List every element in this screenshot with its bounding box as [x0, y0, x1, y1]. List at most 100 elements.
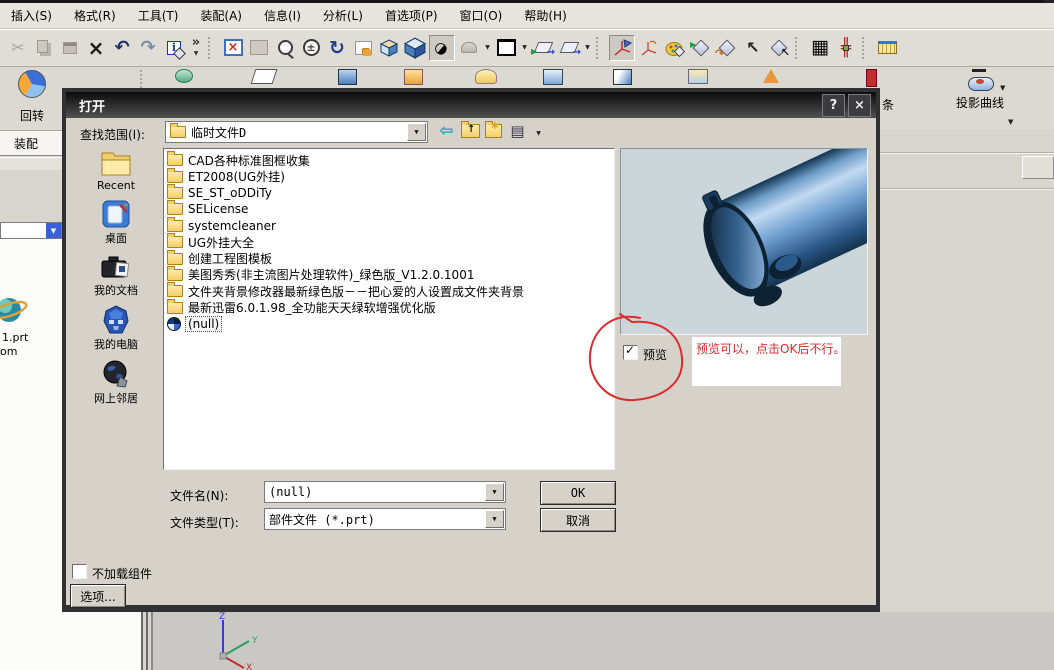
grid-icon[interactable] — [808, 36, 832, 60]
combo-dropdown-icon[interactable] — [46, 223, 61, 238]
no-load-components-checkbox[interactable] — [72, 564, 87, 579]
place-recent[interactable]: Recent — [72, 148, 160, 192]
file-row[interactable]: 文件夹背景修改器最新绿色版－－把心爱的人设置成文件夹背景 — [167, 282, 612, 299]
csys-dynamic-icon[interactable] — [609, 34, 635, 61]
file-row[interactable]: 创建工程图模板 — [167, 249, 612, 266]
desktop-shortcut-label[interactable]: 1.prt — [2, 331, 29, 344]
blank-view-icon[interactable] — [494, 36, 518, 60]
snap-cursor-icon[interactable] — [767, 36, 791, 60]
zoom-in-out-icon[interactable] — [299, 36, 323, 60]
file-row[interactable]: UG外挂大全 — [167, 233, 612, 250]
file-row[interactable]: SELicense — [167, 200, 612, 217]
menu-item[interactable]: 帮助(H) — [513, 4, 577, 27]
file-row[interactable]: systemcleaner — [167, 216, 612, 234]
desktop-shortcut-label-2[interactable]: om — [0, 345, 18, 358]
menu-item[interactable]: 信息(I) — [253, 4, 312, 27]
dropdown-arrow-icon[interactable]: ▼ — [1008, 118, 1013, 126]
left-panel-combobox[interactable] — [0, 222, 62, 239]
file-type-combobox[interactable]: 部件文件 (*.prt) — [264, 508, 506, 530]
feature-icon-sliver[interactable] — [866, 69, 877, 87]
display-shaded-icon[interactable] — [429, 34, 455, 61]
export-info-icon[interactable] — [162, 36, 186, 60]
role-palette-icon[interactable] — [663, 36, 687, 60]
menu-item[interactable]: 首选项(P) — [374, 4, 449, 27]
navigation-cube-icon[interactable] — [403, 36, 427, 60]
place-desktop[interactable]: 桌面 — [72, 199, 160, 246]
new-folder-icon[interactable] — [483, 119, 504, 141]
revolve-button[interactable]: 回转 — [6, 70, 58, 128]
csys-orient-icon[interactable] — [637, 36, 661, 60]
toolbar-overflow-icon[interactable] — [188, 36, 204, 60]
cancel-button[interactable]: 取消 — [540, 508, 616, 532]
cursor-select-icon[interactable] — [741, 36, 765, 60]
feature-icon-sliver[interactable] — [475, 69, 497, 84]
preview-checkbox-label[interactable]: 预览 — [643, 346, 667, 363]
panel-splitter[interactable] — [146, 612, 148, 670]
shaded-cube-icon[interactable] — [377, 36, 401, 60]
file-row[interactable]: 美图秀秀(非主流图片处理软件)_绿色版_V1.2.0.1001 — [167, 265, 612, 283]
feature-icon-sliver[interactable] — [613, 69, 632, 85]
snap-play-icon[interactable] — [689, 36, 713, 60]
no-load-components-label[interactable]: 不加载组件 — [92, 565, 152, 582]
back-icon[interactable]: ⇦ — [436, 121, 457, 141]
preview-checkbox[interactable] — [623, 343, 638, 360]
menu-item[interactable]: 分析(L) — [312, 4, 374, 27]
place-my-documents[interactable]: 我的文档 — [72, 253, 160, 298]
paste-icon[interactable] — [58, 36, 82, 60]
cut-icon[interactable] — [6, 36, 30, 60]
redo-icon[interactable] — [136, 36, 160, 60]
pan-view-icon[interactable] — [351, 36, 375, 60]
menu-item[interactable]: 工具(T) — [127, 4, 190, 27]
look-in-combobox[interactable]: 临时文件D — [165, 121, 428, 143]
ruler-icon[interactable] — [875, 36, 899, 60]
panel-splitter[interactable] — [141, 612, 143, 670]
feature-icon-sliver[interactable] — [404, 69, 423, 85]
place-network[interactable]: 网上邻居 — [72, 359, 160, 406]
menu-item[interactable]: 格式(R) — [63, 4, 127, 27]
delete-icon[interactable] — [84, 36, 108, 60]
project-curve-button[interactable]: 投影曲线 — [928, 69, 1032, 127]
graphics-viewport[interactable] — [153, 612, 1054, 670]
file-row[interactable]: ET2008(UG外挂) — [167, 167, 612, 184]
file-row[interactable]: CAD各种标准图框收集 — [167, 151, 612, 168]
file-name-dropdown-icon[interactable] — [485, 483, 504, 501]
feature-icon-sliver[interactable] — [338, 69, 357, 85]
menu-item[interactable]: 插入(S) — [0, 4, 63, 27]
look-in-dropdown-icon[interactable] — [407, 123, 426, 141]
blank-view-dropdown-icon[interactable] — [520, 36, 529, 60]
views-icon[interactable] — [507, 121, 528, 141]
menu-item[interactable]: 装配(A) — [189, 4, 253, 27]
views-dropdown-icon[interactable] — [528, 123, 549, 143]
datum-dropdown-icon[interactable] — [583, 36, 592, 60]
place-my-computer[interactable]: 我的电脑 — [72, 305, 160, 352]
feature-icon-sliver[interactable] — [763, 69, 779, 83]
feature-icon-sliver[interactable] — [175, 69, 193, 83]
feature-icon-sliver[interactable] — [688, 69, 708, 84]
hidden-edges-dropdown-icon[interactable] — [483, 36, 492, 60]
zoom-box-icon[interactable] — [273, 36, 297, 60]
feature-icon-sliver[interactable] — [543, 69, 563, 85]
reorder-icon[interactable] — [715, 36, 739, 60]
datum-plane-2-icon[interactable] — [557, 36, 581, 60]
file-name-combobox[interactable]: (null) — [264, 481, 506, 503]
file-row[interactable]: (null) — [167, 316, 612, 333]
point-set-icon[interactable] — [834, 36, 858, 60]
undo-icon[interactable] — [110, 36, 134, 60]
panel-button[interactable] — [1022, 156, 1054, 179]
dialog-help-button[interactable]: ? — [822, 94, 845, 117]
file-row[interactable]: 最新迅雷6.0.1.98_全功能天天绿软增强优化版 — [167, 298, 612, 316]
ok-button[interactable]: OK — [540, 481, 616, 505]
fit-view-icon[interactable] — [221, 36, 245, 60]
rotate-view-icon[interactable] — [325, 36, 349, 60]
dialog-close-button[interactable]: × — [848, 94, 871, 117]
datum-plane-icon[interactable]: ▶ — [531, 36, 555, 60]
dropdown-arrow-icon[interactable]: ▼ — [1000, 84, 1005, 92]
fill-view-icon[interactable] — [247, 36, 271, 60]
up-folder-icon[interactable] — [460, 121, 481, 141]
file-type-dropdown-icon[interactable] — [485, 510, 504, 528]
options-button[interactable]: 选项... — [70, 584, 126, 608]
hidden-edges-icon[interactable] — [457, 36, 481, 60]
desktop-shortcut-planet-icon[interactable] — [0, 291, 28, 329]
copy-icon[interactable] — [32, 36, 56, 60]
menu-item[interactable]: 窗口(O) — [449, 4, 514, 27]
